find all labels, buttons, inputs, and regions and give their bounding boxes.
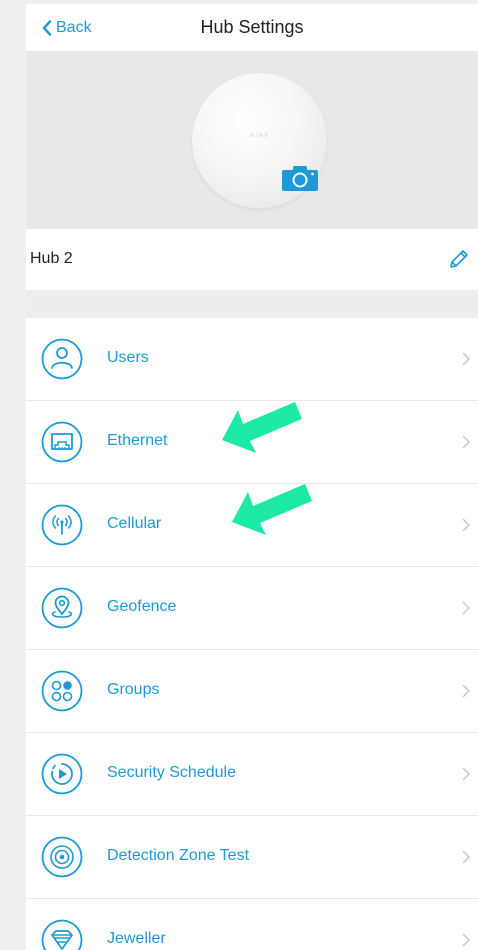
annotation-arrow-icon <box>222 402 302 453</box>
menu-item-security-schedule[interactable]: Security Schedule <box>26 733 478 816</box>
chevron-right-icon <box>462 518 470 532</box>
menu-item-users[interactable]: Users <box>26 318 478 401</box>
menu-item-label: Cellular <box>107 515 162 532</box>
menu-item-label: Groups <box>107 681 160 698</box>
annotation-arrow-icon <box>232 484 312 535</box>
chevron-right-icon <box>462 352 470 366</box>
section-divider <box>26 290 478 318</box>
hub-name: Hub 2 <box>30 250 73 267</box>
hub-name-row: Hub 2 <box>26 229 478 290</box>
menu-item-label: Detection Zone Test <box>107 847 250 864</box>
chevron-right-icon <box>462 850 470 864</box>
user-icon <box>41 338 83 380</box>
navigation-bar: Back Hub Settings <box>26 4 478 52</box>
chevron-right-icon <box>462 601 470 615</box>
menu-item-groups[interactable]: Groups <box>26 650 478 733</box>
menu-item-label: Ethernet <box>107 432 168 449</box>
ethernet-icon <box>41 421 83 463</box>
schedule-icon <box>41 753 83 795</box>
menu-item-label: Users <box>107 349 149 366</box>
camera-icon[interactable] <box>282 165 318 191</box>
location-pin-icon <box>41 587 83 629</box>
hub-image-area: AJAX <box>26 52 478 229</box>
page-title: Hub Settings <box>200 17 304 37</box>
jeweller-icon <box>41 919 83 950</box>
detection-zone-icon <box>41 836 83 878</box>
pencil-icon[interactable] <box>447 247 471 271</box>
menu-item-label: Security Schedule <box>107 764 236 781</box>
menu-item-label: Geofence <box>107 598 177 615</box>
menu-item-geofence[interactable]: Geofence <box>26 567 478 650</box>
menu-item-jeweller[interactable]: Jeweller <box>26 899 478 950</box>
menu-item-detection-zone-test[interactable]: Detection Zone Test <box>26 816 478 899</box>
chevron-right-icon <box>462 435 470 449</box>
chevron-right-icon <box>462 684 470 698</box>
menu-item-label: Jeweller <box>107 930 166 947</box>
chevron-right-icon <box>462 767 470 781</box>
chevron-right-icon <box>462 933 470 947</box>
cellular-antenna-icon <box>41 504 83 546</box>
groups-icon <box>41 670 83 712</box>
hub-logo: AJAX <box>249 133 269 139</box>
